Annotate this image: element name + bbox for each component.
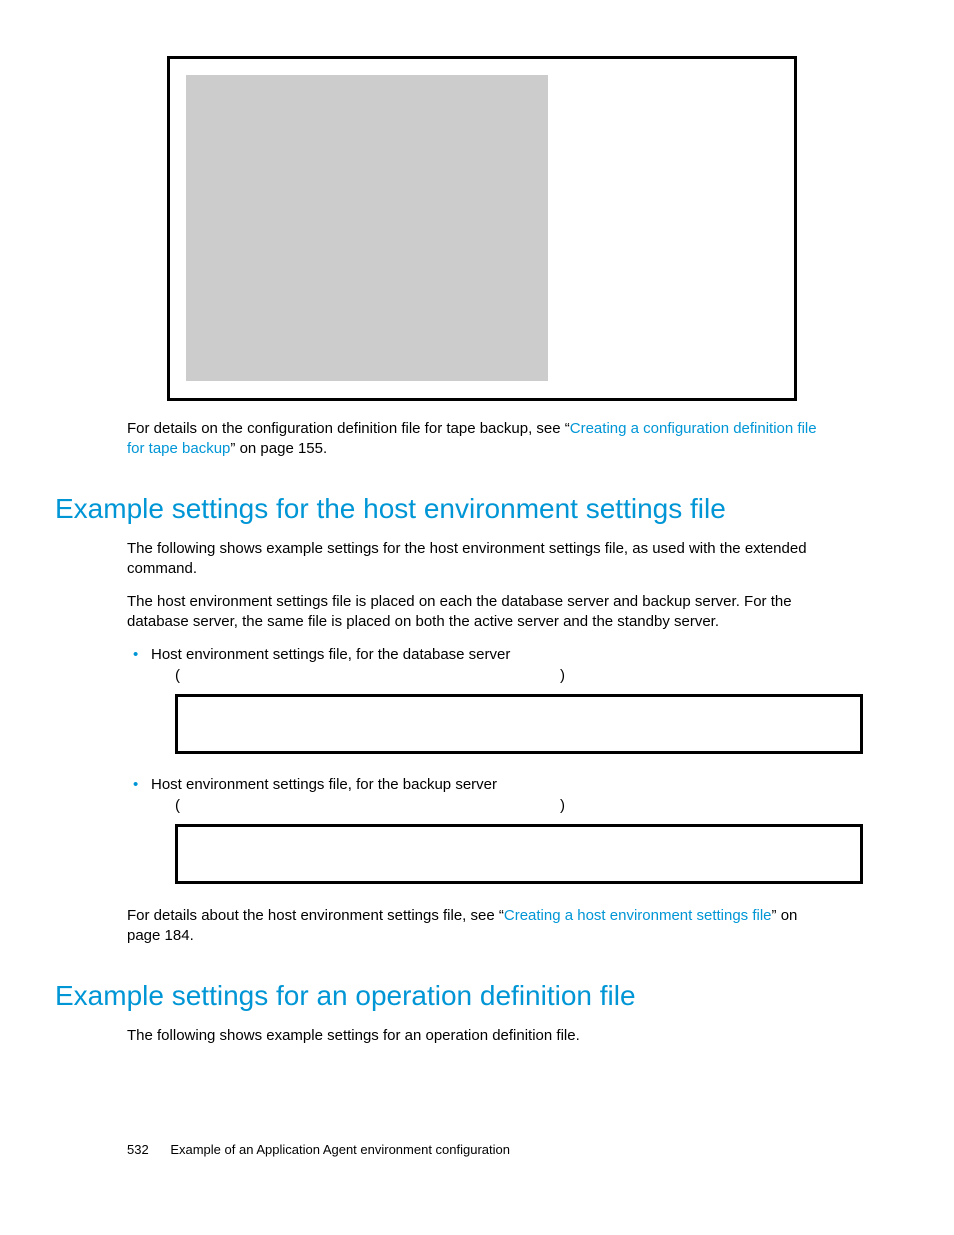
- link-host-env-settings-file[interactable]: Creating a host environment settings fil…: [504, 907, 772, 924]
- list-item: Host environment settings file, for the …: [127, 776, 834, 884]
- bullet-label: Host environment settings file, for the …: [151, 646, 510, 663]
- figure-placeholder: [186, 75, 548, 381]
- paren-line: (): [175, 797, 834, 814]
- text: ” on page 155.: [230, 440, 327, 457]
- page-footer: 532 Example of an Application Agent envi…: [127, 1142, 510, 1157]
- paren-line: (): [175, 667, 834, 684]
- figure-frame: [167, 56, 797, 401]
- page-number: 532: [127, 1142, 149, 1157]
- section1-p1: The following shows example settings for…: [127, 539, 834, 580]
- paren-left: (: [175, 667, 180, 684]
- section1-p2: The host environment settings file is pl…: [127, 592, 834, 633]
- section1-note: For details about the host environment s…: [127, 906, 834, 947]
- paren-left: (: [175, 797, 180, 814]
- footer-title: Example of an Application Agent environm…: [170, 1142, 510, 1157]
- paren-right: ): [560, 667, 565, 684]
- code-box-db-server: [175, 694, 863, 754]
- paren-right: ): [560, 797, 565, 814]
- section2-p1: The following shows example settings for…: [127, 1026, 834, 1046]
- list-item: Host environment settings file, for the …: [127, 646, 834, 754]
- code-box-backup-server: [175, 824, 863, 884]
- text: For details on the configuration definit…: [127, 420, 570, 437]
- bullet-label: Host environment settings file, for the …: [151, 776, 497, 793]
- text: For details about the host environment s…: [127, 907, 504, 924]
- heading-example-op-def: Example settings for an operation defini…: [55, 979, 834, 1013]
- heading-example-host-env: Example settings for the host environmen…: [55, 492, 834, 526]
- figure-caption-note: For details on the configuration definit…: [127, 419, 834, 460]
- bullet-list: Host environment settings file, for the …: [127, 646, 834, 884]
